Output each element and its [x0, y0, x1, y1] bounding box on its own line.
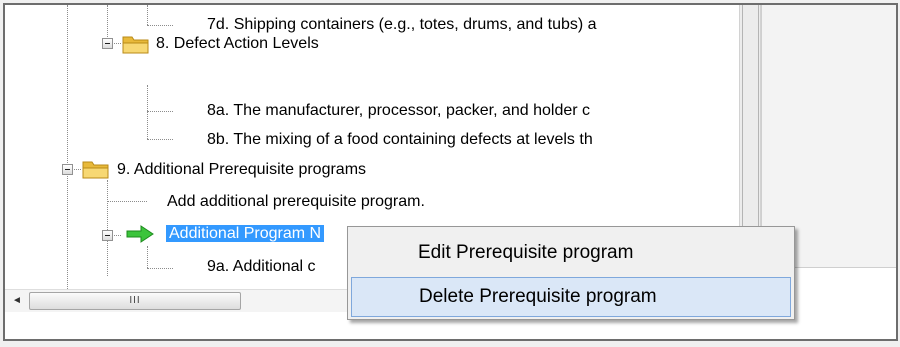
- tree-item[interactable]: 8b. The mixing of a food containing defe…: [207, 125, 593, 155]
- collapse-icon[interactable]: [62, 164, 73, 175]
- collapse-icon[interactable]: [102, 38, 113, 49]
- tree-item-label: 8b. The mixing of a food containing defe…: [207, 131, 593, 148]
- tree-item[interactable]: 9. Additional Prerequisite programs: [117, 155, 366, 185]
- tree-connector: [107, 201, 147, 202]
- tree-guide-line: [147, 85, 148, 139]
- tree-item-selected[interactable]: Additional Program N: [166, 219, 325, 249]
- tree-item-label: 8a. The manufacturer, processor, packer,…: [207, 102, 591, 119]
- collapse-icon[interactable]: [102, 230, 113, 241]
- green-arrow-icon: [126, 225, 154, 243]
- scroll-left-icon[interactable]: ◄: [9, 292, 25, 309]
- tree-guide-line: [107, 180, 108, 276]
- tree-connector: [147, 139, 173, 140]
- folder-icon: [82, 161, 109, 179]
- tree-item-label: Add additional prerequisite program.: [167, 193, 425, 210]
- edit-prerequisite-menu-item[interactable]: Edit Prerequisite program: [351, 233, 791, 273]
- tree-item[interactable]: Add additional prerequisite program.: [167, 187, 425, 217]
- context-menu: Edit Prerequisite program Delete Prerequ…: [347, 226, 795, 320]
- tree-guide-line: [67, 5, 68, 289]
- tree-connector: [147, 111, 173, 112]
- tree-item[interactable]: 8a. The manufacturer, processor, packer,…: [207, 96, 590, 126]
- tree-connector: [147, 25, 173, 26]
- tree-item-label: Additional Program N: [166, 225, 325, 242]
- tree-guide-line: [147, 246, 148, 268]
- tree-item-label: 8. Defect Action Levels: [156, 35, 319, 52]
- tree-connector: [147, 268, 173, 269]
- tree-item-label: 9a. Additional c: [207, 258, 316, 275]
- delete-prerequisite-menu-item[interactable]: Delete Prerequisite program: [351, 277, 791, 317]
- tree-item[interactable]: 8. Defect Action Levels: [156, 29, 319, 59]
- horizontal-scrollbar-thumb[interactable]: III: [29, 292, 241, 310]
- folder-icon: [122, 36, 149, 54]
- tree-guide-line: [147, 5, 148, 25]
- tree-item[interactable]: 9a. Additional c: [207, 252, 316, 282]
- tree-item-label: 9. Additional Prerequisite programs: [117, 161, 367, 178]
